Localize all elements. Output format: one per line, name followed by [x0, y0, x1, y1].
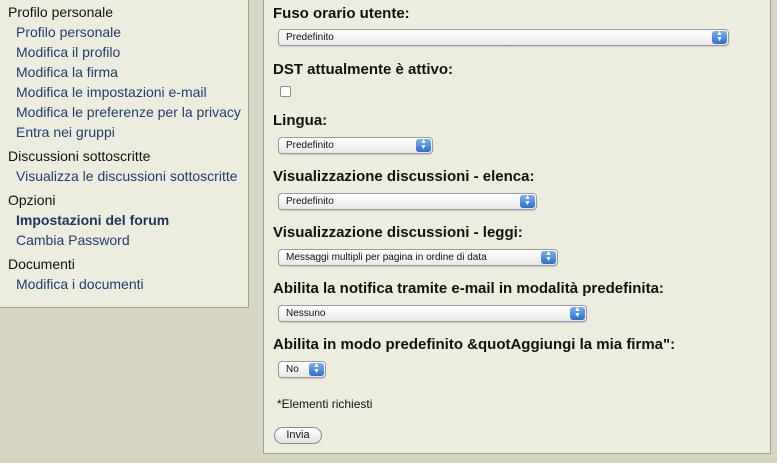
- required-note: *Elementi richiesti: [277, 397, 373, 411]
- sidebar: Profilo personale Profilo personale Modi…: [0, 0, 249, 308]
- thread-read-label: Visualizzazione discussioni - leggi:: [273, 224, 523, 241]
- sidebar-group-title: Documenti: [8, 256, 75, 272]
- sidebar-item-cambia-password[interactable]: Cambia Password: [16, 232, 130, 248]
- timezone-value: Predefinito: [286, 32, 334, 43]
- language-label: Lingua:: [273, 112, 328, 129]
- sidebar-group-title: Discussioni sottoscritte: [8, 148, 151, 164]
- sidebar-item-discussioni-sottoscritte[interactable]: Visualizza le discussioni sottoscritte: [16, 168, 238, 184]
- chevron-updown-icon: ▲ ▼: [520, 194, 535, 208]
- thread-read-value: Messaggi multipli per pagina in ordine d…: [286, 252, 487, 263]
- email-notify-select[interactable]: Nessuno ▲ ▼: [278, 305, 587, 322]
- signature-value: No: [286, 364, 299, 375]
- chevron-updown-icon: ▲ ▼: [570, 306, 585, 320]
- thread-read-select[interactable]: Messaggi multipli per pagina in ordine d…: [278, 249, 558, 266]
- settings-form: Fuso orario utente: Predefinito ▲ ▼ DST a…: [263, 0, 771, 454]
- thread-list-label: Visualizzazione discussioni - elenca:: [273, 168, 535, 185]
- sidebar-item-modifica-documenti[interactable]: Modifica i documenti: [16, 276, 144, 292]
- dst-label: DST attualmente è attivo:: [273, 61, 454, 78]
- email-notify-label: Abilita la notifica tramite e-mail in mo…: [273, 280, 664, 297]
- submit-button[interactable]: Invia: [274, 427, 322, 444]
- sidebar-group-title: Profilo personale: [8, 4, 114, 20]
- chevron-updown-icon: ▲ ▼: [416, 138, 431, 152]
- sidebar-item-impostazioni-email[interactable]: Modifica le impostazioni e-mail: [16, 84, 207, 100]
- sidebar-item-modifica-profilo[interactable]: Modifica il profilo: [16, 44, 120, 60]
- chevron-updown-icon: ▲ ▼: [309, 362, 324, 376]
- chevron-updown-icon: ▲ ▼: [541, 250, 556, 264]
- sidebar-item-impostazioni-forum[interactable]: Impostazioni del forum: [16, 212, 169, 228]
- thread-list-select[interactable]: Predefinito ▲ ▼: [278, 193, 537, 210]
- timezone-select[interactable]: Predefinito ▲ ▼: [278, 29, 729, 46]
- email-notify-value: Nessuno: [286, 308, 326, 319]
- language-select[interactable]: Predefinito ▲ ▼: [278, 137, 433, 154]
- sidebar-item-entra-gruppi[interactable]: Entra nei gruppi: [16, 124, 115, 140]
- thread-list-value: Predefinito: [286, 196, 334, 207]
- dst-checkbox[interactable]: [280, 86, 291, 97]
- timezone-label: Fuso orario utente:: [273, 5, 410, 22]
- sidebar-item-modifica-firma[interactable]: Modifica la firma: [16, 64, 118, 80]
- sidebar-item-preferenze-privacy[interactable]: Modifica le preferenze per la privacy: [16, 104, 241, 120]
- chevron-updown-icon: ▲ ▼: [712, 30, 727, 44]
- signature-label: Abilita in modo predefinito &quotAggiung…: [273, 336, 676, 353]
- sidebar-group-title: Opzioni: [8, 192, 56, 208]
- language-value: Predefinito: [286, 140, 334, 151]
- signature-select[interactable]: No ▲ ▼: [278, 361, 326, 378]
- sidebar-item-profilo-personale[interactable]: Profilo personale: [16, 24, 121, 40]
